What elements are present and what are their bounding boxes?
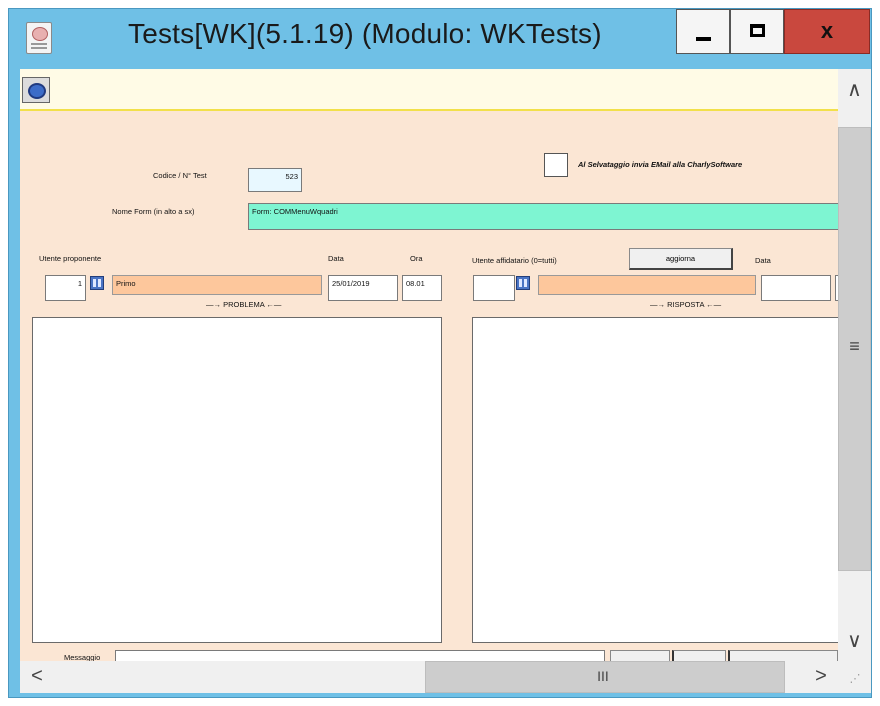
problema-textarea[interactable] [32, 317, 442, 643]
problema-section-label: —→ PROBLEMA ←— [206, 300, 282, 309]
utente-affidatario-name[interactable] [538, 275, 756, 295]
risposta-section-label: —→ RISPOSTA ←— [650, 300, 722, 309]
bottom-button-1[interactable] [610, 650, 670, 661]
app-icon[interactable] [26, 22, 52, 54]
utente-proponente-label: Utente proponente [39, 254, 102, 263]
nome-form-field[interactable]: Form: COMMenuWquadri [248, 203, 838, 230]
binoculars-icon[interactable] [90, 276, 104, 290]
aggiorna-button[interactable]: aggiorna [629, 248, 733, 270]
toolbar [20, 69, 838, 111]
problema-ora-label: Ora [410, 254, 423, 263]
minimize-icon [696, 37, 711, 41]
close-button[interactable]: x [784, 9, 870, 54]
utente-proponente-id[interactable]: 1 [45, 275, 86, 301]
maximize-button[interactable] [730, 9, 784, 54]
messaggio-label: Messaggio [64, 653, 101, 661]
scroll-up-icon[interactable]: ∧ [838, 75, 871, 105]
problema-data-field[interactable]: 25/01/2019 [328, 275, 398, 301]
toolbar-app-icon[interactable] [22, 77, 50, 103]
scroll-left-icon[interactable]: < [22, 661, 52, 693]
window-title: Tests[WK](5.1.19) (Modulo: WKTests) [128, 18, 602, 49]
horizontal-grip-icon: III [597, 668, 609, 684]
risposta-data-label: Data [755, 256, 771, 265]
form-client-area: Codice / N° Test 523 Al Selvataggio invi… [20, 69, 838, 661]
utente-proponente-name[interactable]: Primo [112, 275, 322, 295]
codice-field[interactable]: 523 [248, 168, 302, 192]
messaggio-field[interactable] [115, 650, 605, 661]
nome-form-label: Nome Form (in alto a sx) [112, 207, 195, 216]
bottom-button-2[interactable] [672, 650, 726, 661]
vertical-grip-icon: ≡ [849, 336, 860, 356]
minimize-button[interactable] [676, 9, 730, 54]
problema-ora-field[interactable]: 08.01 [402, 275, 442, 301]
size-grip-icon: ⋰ [849, 673, 861, 685]
problema-data-label: Data [328, 254, 344, 263]
codice-label: Codice / N° Test [153, 171, 207, 180]
scroll-right-icon[interactable]: > [806, 661, 836, 693]
utente-affidatario-label: Utente affidatario (0=tutti) [472, 256, 557, 265]
binoculars-icon[interactable] [516, 276, 530, 290]
utente-affidatario-id[interactable] [473, 275, 515, 301]
email-checkbox[interactable] [544, 153, 568, 177]
close-icon: x [820, 18, 834, 43]
email-checkbox-label: Al Selvataggio invia EMail alla CharlySo… [578, 160, 743, 169]
maximize-icon [750, 24, 765, 37]
bottom-button-3[interactable] [728, 650, 838, 661]
scroll-down-icon[interactable]: ∨ [838, 626, 871, 656]
risposta-textarea[interactable] [472, 317, 838, 643]
risposta-data-field[interactable] [761, 275, 831, 301]
